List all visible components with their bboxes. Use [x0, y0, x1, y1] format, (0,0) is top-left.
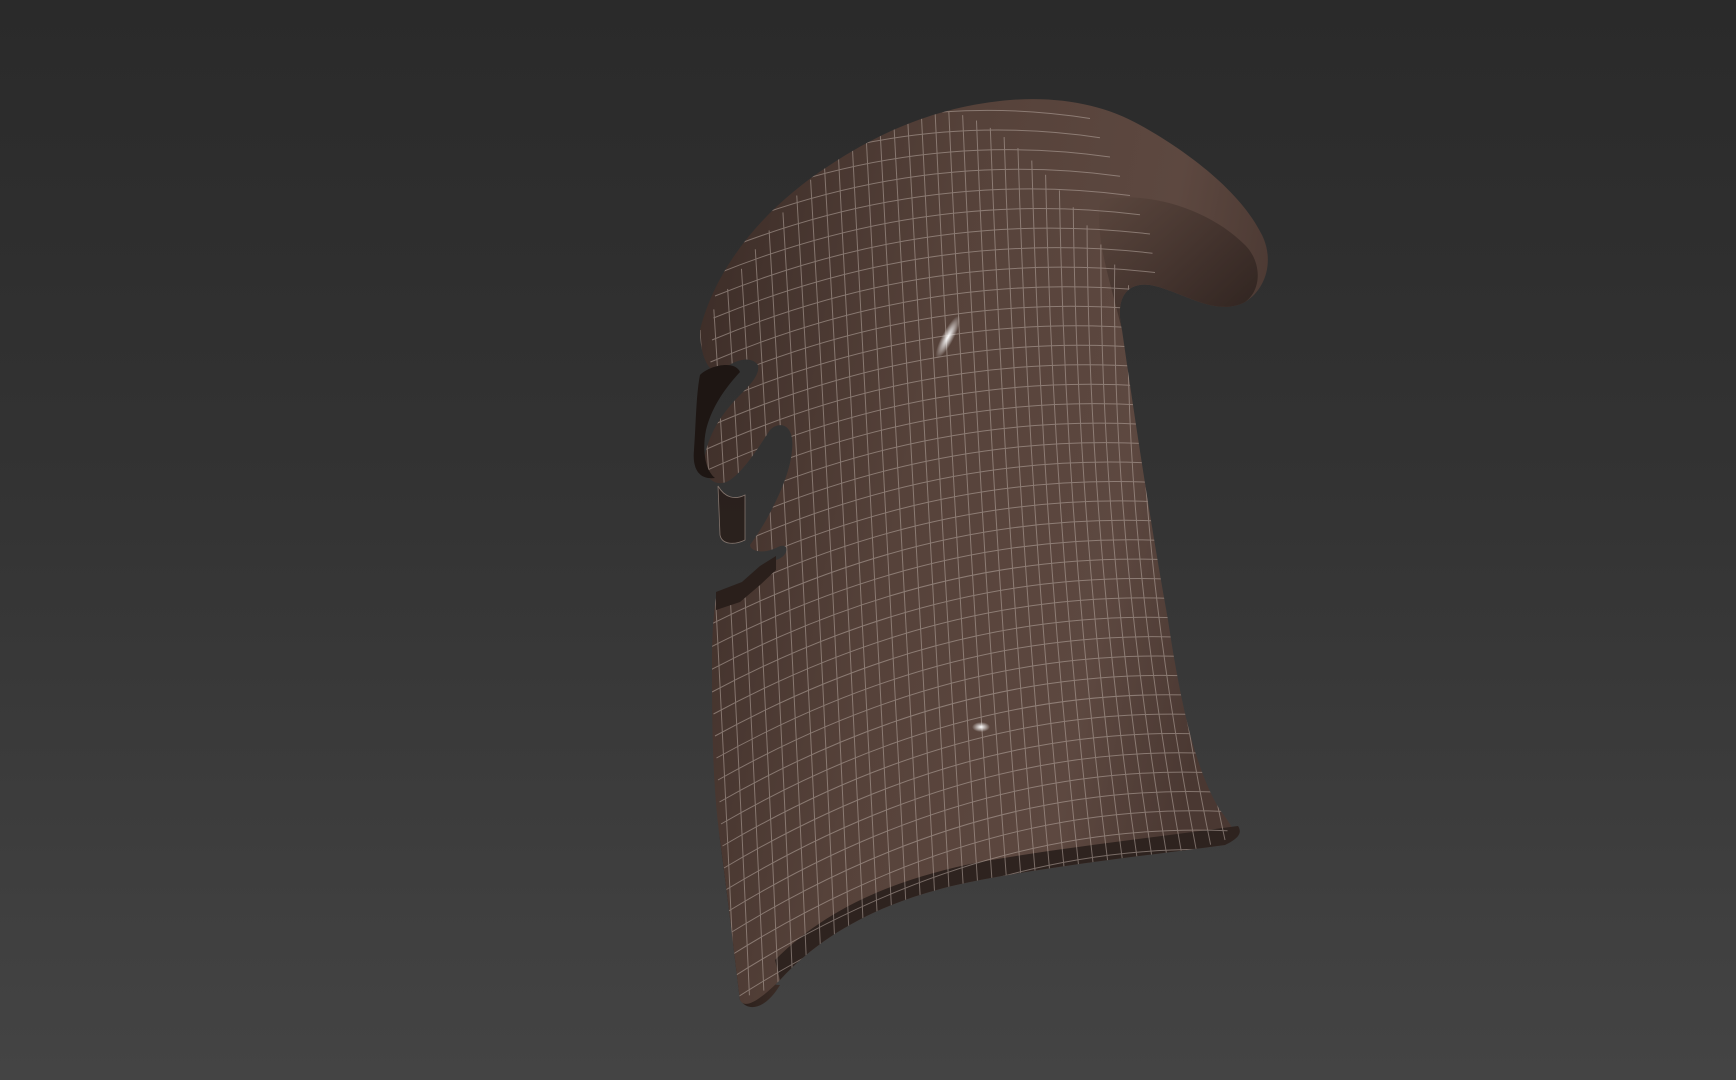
3d-viewport[interactable]	[0, 0, 1736, 1080]
specular-highlight-lower	[972, 722, 990, 732]
nose-guard-edge	[717, 485, 746, 544]
helmet-model[interactable]	[0, 0, 1736, 1080]
